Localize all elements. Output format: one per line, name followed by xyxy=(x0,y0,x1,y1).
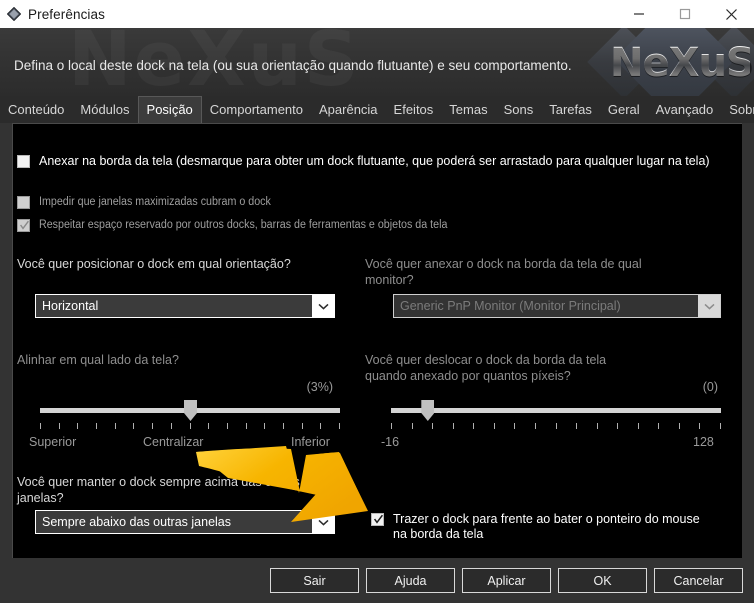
settings-panel: Anexar na borda da tela (desmarque para … xyxy=(12,123,742,558)
ok-button[interactable]: OK xyxy=(558,568,647,593)
maximize-button[interactable] xyxy=(662,0,708,28)
checkbox-row-trazer-frente[interactable]: Trazer o dock para frente ao bater o pon… xyxy=(371,512,721,542)
zorder-question-line2: janelas? xyxy=(17,491,64,505)
tab-avancado[interactable]: Avançado xyxy=(648,97,722,123)
offset-slider[interactable] xyxy=(391,400,721,430)
monitor-combobox[interactable]: Generic PnP Monitor (Monitor Principal) xyxy=(393,294,721,318)
cancelar-button[interactable]: Cancelar xyxy=(654,568,743,593)
align-slider-left-label: Superior xyxy=(29,435,77,449)
tab-aparencia[interactable]: Aparência xyxy=(311,97,386,123)
tab-sons[interactable]: Sons xyxy=(496,97,542,123)
offset-slider-thumb[interactable] xyxy=(421,400,435,421)
tab-temas[interactable]: Temas xyxy=(441,97,495,123)
checkbox-anexar-borda[interactable] xyxy=(17,155,30,168)
checkbox-respeitar-label: Respeitar espaço reservado por outros do… xyxy=(39,219,448,231)
monitor-question-line2: monitor? xyxy=(365,273,414,287)
header-description: Defina o local deste dock na tela (ou su… xyxy=(14,58,572,73)
tab-posicao[interactable]: Posição xyxy=(137,96,202,123)
checkbox-anexar-label: Anexar na borda da tela (desmarque para … xyxy=(39,154,710,168)
check-mark-icon xyxy=(20,220,29,230)
checkbox-row-respeitar[interactable]: Respeitar espaço reservado por outros do… xyxy=(17,218,478,233)
sair-button[interactable]: Sair xyxy=(270,568,359,593)
app-diamond-icon xyxy=(0,0,28,28)
checkbox-row-impedir[interactable]: Impedir que janelas maximizadas cubram o… xyxy=(17,195,288,210)
preferences-window: Preferências NeXuS NeXuS Defina o local … xyxy=(0,0,754,603)
orientation-value: Horizontal xyxy=(42,299,99,313)
checkbox-row-anexar[interactable]: Anexar na borda da tela (desmarque para … xyxy=(17,154,727,169)
align-slider[interactable] xyxy=(40,400,340,430)
minimize-button[interactable] xyxy=(616,0,662,28)
offset-slider-value: (0) xyxy=(702,380,718,394)
offset-slider-question-line1: Você quer deslocar o dock da borda da te… xyxy=(365,353,607,367)
checkbox-trazer-frente-labels: Trazer o dock para frente ao bater o pon… xyxy=(393,512,700,542)
orientation-question: Você quer posicionar o dock em qual orie… xyxy=(17,257,291,271)
align-slider-ticks xyxy=(40,423,340,429)
aplicar-button[interactable]: Aplicar xyxy=(462,568,551,593)
offset-slider-question-line2: quando anexado por quantos píxeis? xyxy=(365,369,571,383)
checkbox-trazer-frente[interactable] xyxy=(371,513,384,526)
chevron-down-icon[interactable] xyxy=(312,295,334,317)
align-slider-value: (3%) xyxy=(306,380,333,394)
checkbox-impedir-label: Impedir que janelas maximizadas cubram o… xyxy=(39,196,271,208)
align-slider-center-label: Centralizar xyxy=(143,435,204,449)
nexus-logo: NeXuS xyxy=(587,28,754,96)
window-title: Preferências xyxy=(28,6,105,22)
chevron-down-icon[interactable] xyxy=(698,295,720,317)
checkbox-impedir-maximizadas[interactable] xyxy=(17,196,30,209)
tab-modulos[interactable]: Módulos xyxy=(72,97,137,123)
orientation-combobox[interactable]: Horizontal xyxy=(35,294,335,318)
footer-bar: Sair Ajuda Aplicar OK Cancelar xyxy=(0,558,754,603)
tab-efeitos[interactable]: Efeitos xyxy=(386,97,442,123)
align-slider-thumb[interactable] xyxy=(184,400,197,421)
tab-tarefas[interactable]: Tarefas xyxy=(541,97,600,123)
monitor-question-line1: Você quer anexar o dock na borda da tela… xyxy=(365,257,642,271)
tab-comportamento[interactable]: Comportamento xyxy=(202,97,311,123)
tab-strip: Conteúdo Módulos Posição Comportamento A… xyxy=(0,96,754,123)
tab-sobre[interactable]: Sobre xyxy=(721,97,754,123)
zorder-value: Sempre abaixo das outras janelas xyxy=(42,515,232,529)
offset-slider-left-label: -16 xyxy=(381,435,400,449)
chevron-down-icon[interactable] xyxy=(312,511,334,533)
align-slider-right-label: Inferior xyxy=(291,435,330,449)
offset-slider-ticks xyxy=(391,423,721,429)
tab-conteudo[interactable]: Conteúdo xyxy=(0,97,72,123)
check-mark-icon xyxy=(374,514,383,524)
close-button[interactable] xyxy=(708,0,754,28)
nexus-logo-text: NeXuS xyxy=(610,40,754,86)
offset-slider-right-label: 128 xyxy=(693,435,714,449)
header-banner: NeXuS NeXuS Defina o local deste dock na… xyxy=(0,28,754,96)
zorder-combobox[interactable]: Sempre abaixo das outras janelas xyxy=(35,510,335,534)
align-slider-question: Alinhar em qual lado da tela? xyxy=(17,353,179,367)
checkbox-trazer-frente-label-line2: na borda da tela xyxy=(393,527,484,541)
checkbox-respeitar-espaco[interactable] xyxy=(17,219,30,232)
checkbox-trazer-frente-label-line1: Trazer o dock para frente ao bater o pon… xyxy=(393,512,700,526)
monitor-value: Generic PnP Monitor (Monitor Principal) xyxy=(400,299,621,313)
zorder-question-line1: Você quer manter o dock sempre acima das… xyxy=(17,475,300,489)
tab-geral[interactable]: Geral xyxy=(600,97,648,123)
offset-slider-track[interactable] xyxy=(391,408,721,413)
ajuda-button[interactable]: Ajuda xyxy=(366,568,455,593)
title-bar: Preferências xyxy=(0,0,754,28)
